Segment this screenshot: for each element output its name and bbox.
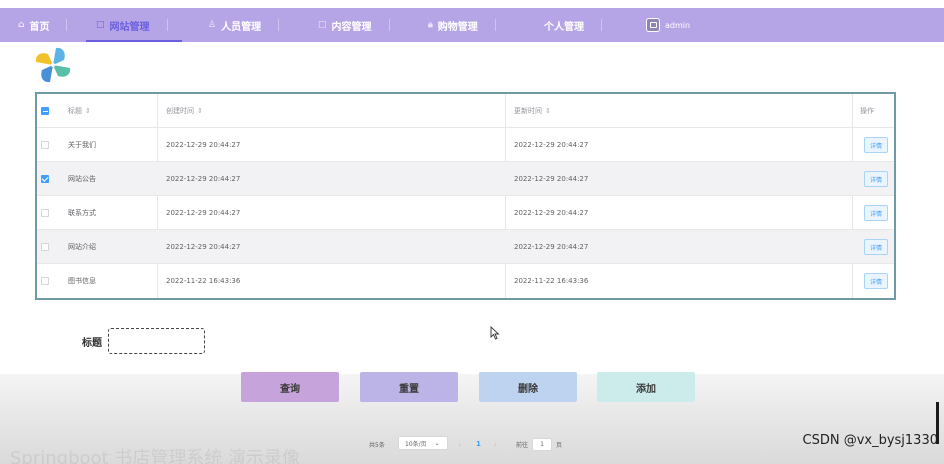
nav-divider [66,19,68,31]
active-tab-indicator [86,40,182,42]
nav-item-site-management[interactable]: □ 网站管理 [96,8,168,42]
nav-label-shopping-management: 购物管理 [437,21,478,33]
row-updated: 2022-11-22 16:43:36 [514,277,589,285]
nav-item-home[interactable]: ⌂ 首页 [18,8,68,42]
row-updated: 2022-12-29 20:44:27 [514,209,589,217]
reset-button[interactable]: 重置 [360,372,458,402]
nav-label-personal-management: 个人管理 [544,21,584,33]
table-row[interactable]: 图书信息 2022-11-22 16:43:36 2022-11-22 16:4… [37,264,894,298]
top-nav-bar: ⌂ 首页 □ 网站管理 ♙ 人员管理 □ 内容管理 🔒︎ 购物管理 个人管理 a… [0,8,944,42]
sort-icon[interactable]: ⇕ [85,107,91,115]
table-row[interactable]: 网站公告 2022-12-29 20:44:27 2022-12-29 20:4… [37,162,894,196]
sort-icon[interactable]: ⇕ [545,107,551,115]
chevron-down-icon: ⌄ [434,439,440,447]
header-action-label: 操作 [860,107,874,115]
row-created: 2022-12-29 20:44:27 [166,141,241,149]
user-icon: ♙ [208,20,217,30]
row-checkbox[interactable] [41,141,49,149]
detail-button[interactable]: 详情 [864,137,888,153]
user-name: admin [665,20,691,30]
row-updated: 2022-12-29 20:44:27 [514,141,589,149]
page-number-current[interactable]: 1 [476,436,481,452]
square-icon: □ [318,20,327,30]
header-title[interactable]: 标题 ⇕ [68,94,91,128]
nav-divider [494,19,496,31]
search-title-input[interactable] [108,328,205,354]
row-checkbox[interactable] [41,209,49,217]
sort-icon[interactable]: ⇕ [197,107,203,115]
detail-button[interactable]: 详情 [864,171,888,187]
nav-item-shopping-management[interactable]: 🔒︎ 购物管理 [428,8,496,42]
delete-button[interactable]: 删除 [479,372,577,402]
nav-item-personal-management[interactable]: 个人管理 [544,8,602,42]
nav-item-content-management[interactable]: □ 内容管理 [318,8,390,42]
table-header-row: 标题 ⇕ 创建时间 ⇕ 更新时间 ⇕ 操作 [37,94,894,128]
scrollbar-handle[interactable] [936,402,939,444]
table-row[interactable]: 联系方式 2022-12-29 20:44:27 2022-12-29 20:4… [37,196,894,230]
header-action: 操作 [860,94,874,128]
nav-label-site-management: 网站管理 [109,21,150,33]
row-checkbox[interactable] [41,175,49,183]
header-created[interactable]: 创建时间 ⇕ [166,94,203,128]
nav-label-home: 首页 [29,21,50,33]
page-size-select[interactable]: 10条/页 ⌄ [398,436,448,450]
page-size-value: 10条/页 [405,440,427,448]
pinwheel-logo-icon [35,47,71,83]
table-row[interactable]: 网站介绍 2022-12-29 20:44:27 2022-12-29 20:4… [37,230,894,264]
goto-page-input[interactable]: 1 [532,437,553,451]
watermark-text: CSDN @vx_bysj1330 [802,433,939,448]
nav-divider [278,19,280,31]
home-icon: ⌂ [18,20,25,30]
select-all-cell[interactable] [41,94,49,128]
goto-label: 前往 [516,441,529,449]
row-created: 2022-12-29 20:44:27 [166,175,241,183]
row-checkbox[interactable] [41,277,49,285]
add-button[interactable]: 添加 [597,372,695,402]
select-all-checkbox[interactable] [41,107,49,115]
row-title: 网站介绍 [68,243,96,251]
avatar-icon [646,18,660,32]
nav-divider [388,19,390,31]
user-menu[interactable]: admin [646,8,690,42]
row-created: 2022-11-22 16:43:36 [166,277,241,285]
lock-icon: 🔒︎ [428,20,433,30]
row-checkbox[interactable] [41,243,49,251]
nav-label-content-management: 内容管理 [331,21,372,33]
nav-divider [601,19,602,31]
detail-button[interactable]: 详情 [864,205,888,221]
row-title: 网站公告 [68,175,96,183]
nav-divider [166,19,168,31]
detail-button[interactable]: 详情 [864,273,888,289]
search-title-label: 标题 [82,338,102,349]
row-created: 2022-12-29 20:44:27 [166,243,241,251]
nav-label-staff-management: 人员管理 [221,21,262,33]
next-page-button[interactable]: › [494,436,497,452]
row-updated: 2022-12-29 20:44:27 [514,175,589,183]
row-updated: 2022-12-29 20:44:27 [514,243,589,251]
query-button[interactable]: 查询 [241,372,339,402]
header-created-label: 创建时间 [166,107,194,115]
mouse-cursor-icon [490,326,500,340]
prev-page-button[interactable]: ‹ [458,436,461,452]
faded-video-title: Springboot 书店管理系统 演示录像 [10,448,301,464]
row-title: 图书信息 [68,277,96,285]
header-updated[interactable]: 更新时间 ⇕ [514,94,551,128]
nav-item-staff-management[interactable]: ♙ 人员管理 [208,8,280,42]
header-updated-label: 更新时间 [514,107,542,115]
square-icon: □ [96,20,105,30]
row-created: 2022-12-29 20:44:27 [166,209,241,217]
pagination-total: 共5条 [369,441,385,449]
row-title: 联系方式 [68,209,96,217]
goto-page: 前往 1 页 [516,436,562,452]
table-row[interactable]: 关于我们 2022-12-29 20:44:27 2022-12-29 20:4… [37,128,894,162]
row-title: 关于我们 [68,141,96,149]
detail-button[interactable]: 详情 [864,239,888,255]
header-title-label: 标题 [68,107,82,115]
data-table: 标题 ⇕ 创建时间 ⇕ 更新时间 ⇕ 操作 关于我们 2022-12-29 20:44… [35,92,896,300]
page-unit-label: 页 [556,441,563,449]
